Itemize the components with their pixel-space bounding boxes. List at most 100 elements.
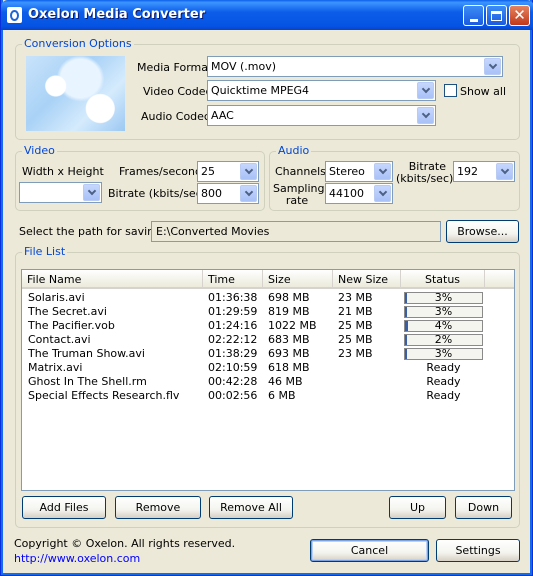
save-path-field[interactable]: E:\Converted Movies xyxy=(151,221,441,242)
media-format-select[interactable]: MOV (.mov) xyxy=(207,56,503,77)
chevron-down-icon[interactable] xyxy=(240,185,257,202)
file-name-cell: Solaris.avi xyxy=(28,291,85,304)
video-codec-value: Quicktime MPEG4 xyxy=(211,84,310,97)
new-size-cell: 25 MB xyxy=(338,333,373,346)
video-bitrate-value: 800 xyxy=(201,187,222,200)
up-button[interactable]: Up xyxy=(389,496,446,519)
sampling-rate-value: 44100 xyxy=(329,187,364,200)
width-height-select[interactable] xyxy=(19,182,102,203)
channels-select[interactable]: Stereo xyxy=(325,161,393,182)
time-cell: 01:38:29 xyxy=(208,347,258,360)
fps-select[interactable]: 25 xyxy=(197,161,259,182)
table-row[interactable]: Ghost In The Shell.rm 00:42:28 46 MB Ready xyxy=(22,375,514,389)
column-header-file-name[interactable]: File Name xyxy=(22,270,203,288)
file-name-cell: Special Effects Research.flv xyxy=(28,389,180,402)
copyright-text: Copyright © Oxelon. All rights reserved. xyxy=(14,537,236,550)
chevron-down-icon[interactable] xyxy=(83,184,100,201)
time-cell: 02:10:59 xyxy=(208,361,258,374)
media-format-label: Media Format xyxy=(137,61,213,74)
new-size-cell: 23 MB xyxy=(338,291,373,304)
preview-image xyxy=(26,56,125,131)
column-header-size[interactable]: Size xyxy=(263,270,333,288)
audio-codec-select[interactable]: AAC xyxy=(207,105,436,126)
time-cell: 01:24:16 xyxy=(208,319,258,332)
table-row[interactable]: Solaris.avi 01:36:38 698 MB 23 MB 3% xyxy=(22,291,514,305)
close-button[interactable]: ✕ xyxy=(509,5,530,26)
maximize-button[interactable] xyxy=(486,5,507,26)
new-size-cell: 25 MB xyxy=(338,319,373,332)
column-header-time[interactable]: Time xyxy=(203,270,263,288)
video-group-title: Video xyxy=(22,144,57,157)
chevron-down-icon[interactable] xyxy=(417,107,434,124)
file-name-cell: Contact.avi xyxy=(28,333,91,346)
size-cell: 1022 MB xyxy=(268,319,317,332)
remove-button[interactable]: Remove xyxy=(115,496,201,519)
table-row[interactable]: Matrix.avi 02:10:59 618 MB Ready xyxy=(22,361,514,375)
size-cell: 698 MB xyxy=(268,291,310,304)
chevron-down-icon[interactable] xyxy=(417,82,434,99)
progress-text: 3% xyxy=(434,291,453,304)
maximize-icon xyxy=(491,10,502,21)
progress-bar: 4% xyxy=(404,320,483,332)
file-list-view[interactable]: File Name Time Size New Size Status Sola… xyxy=(21,269,515,491)
chevron-down-icon[interactable] xyxy=(374,163,391,180)
time-cell: 00:02:56 xyxy=(208,389,258,402)
fps-label: Frames/second xyxy=(119,165,202,178)
width-height-label: Width x Height xyxy=(22,165,104,178)
video-bitrate-label: Bitrate (kbits/sec) xyxy=(108,187,207,200)
file-name-cell: The Truman Show.avi xyxy=(28,347,145,360)
status-cell: Ready xyxy=(426,375,461,388)
channels-label: Channels xyxy=(275,165,326,178)
new-size-cell: 21 MB xyxy=(338,305,373,318)
audio-codec-label: Audio Codec xyxy=(141,110,210,123)
table-row[interactable]: The Pacifier.vob 01:24:16 1022 MB 25 MB 4% xyxy=(22,319,514,333)
size-cell: 819 MB xyxy=(268,305,310,318)
table-row[interactable]: Contact.avi 02:22:12 683 MB 25 MB 2% xyxy=(22,333,514,347)
minimize-button[interactable] xyxy=(463,5,484,26)
audio-bitrate-label-line2: (kbits/sec) xyxy=(396,172,454,185)
add-files-button[interactable]: Add Files xyxy=(22,496,106,519)
save-path-value: E:\Converted Movies xyxy=(156,225,270,238)
table-row[interactable]: The Secret.avi 01:29:59 819 MB 21 MB 3% xyxy=(22,305,514,319)
chevron-down-icon[interactable] xyxy=(374,185,391,202)
fps-value: 25 xyxy=(201,165,215,178)
table-row[interactable]: The Truman Show.avi 01:38:29 693 MB 23 MB 3% xyxy=(22,347,514,361)
chevron-down-icon[interactable] xyxy=(240,163,257,180)
browse-button[interactable]: Browse... xyxy=(446,220,519,243)
cancel-button[interactable]: Cancel xyxy=(310,539,429,562)
video-codec-label: Video Codec xyxy=(143,85,212,98)
video-bitrate-select[interactable]: 800 xyxy=(197,183,259,204)
conversion-options-title: Conversion Options xyxy=(22,37,134,50)
progress-text: 2% xyxy=(434,333,453,346)
chevron-down-icon[interactable] xyxy=(484,58,501,75)
column-header-status[interactable]: Status xyxy=(401,270,485,288)
table-row[interactable]: Special Effects Research.flv 00:02:56 6 MB… xyxy=(22,389,514,403)
show-all-label[interactable]: Show all xyxy=(460,85,506,98)
column-header-new-size[interactable]: New Size xyxy=(333,270,401,288)
audio-bitrate-label: Bitrate (kbits/sec) xyxy=(396,161,454,185)
file-list-header: File Name Time Size New Size Status xyxy=(22,270,514,289)
website-link[interactable]: http://www.oxelon.com xyxy=(14,552,140,565)
sampling-rate-label: Sampling rate xyxy=(273,183,325,207)
remove-all-button[interactable]: Remove All xyxy=(209,496,293,519)
progress-bar: 3% xyxy=(404,348,483,360)
show-all-checkbox[interactable] xyxy=(444,84,457,97)
progress-bar: 3% xyxy=(404,306,483,318)
sampling-rate-select[interactable]: 44100 xyxy=(325,183,393,204)
size-cell: 683 MB xyxy=(268,333,310,346)
chevron-down-icon[interactable] xyxy=(496,163,513,180)
save-path-label: Select the path for saving: xyxy=(19,225,165,238)
audio-bitrate-select[interactable]: 192 xyxy=(453,161,515,182)
settings-button[interactable]: Settings xyxy=(436,539,520,562)
time-cell: 00:42:28 xyxy=(208,375,258,388)
media-format-value: MOV (.mov) xyxy=(211,60,277,73)
file-name-cell: The Pacifier.vob xyxy=(28,319,115,332)
close-icon: ✕ xyxy=(513,6,526,24)
video-codec-select[interactable]: Quicktime MPEG4 xyxy=(207,80,436,101)
time-cell: 02:22:12 xyxy=(208,333,258,346)
progress-text: 3% xyxy=(434,305,453,318)
file-list-title: File List xyxy=(22,245,68,258)
sampling-rate-label-line2: rate xyxy=(285,194,309,207)
title-bar[interactable]: Oxelon Media Converter ✕ xyxy=(1,0,533,30)
down-button[interactable]: Down xyxy=(455,496,512,519)
